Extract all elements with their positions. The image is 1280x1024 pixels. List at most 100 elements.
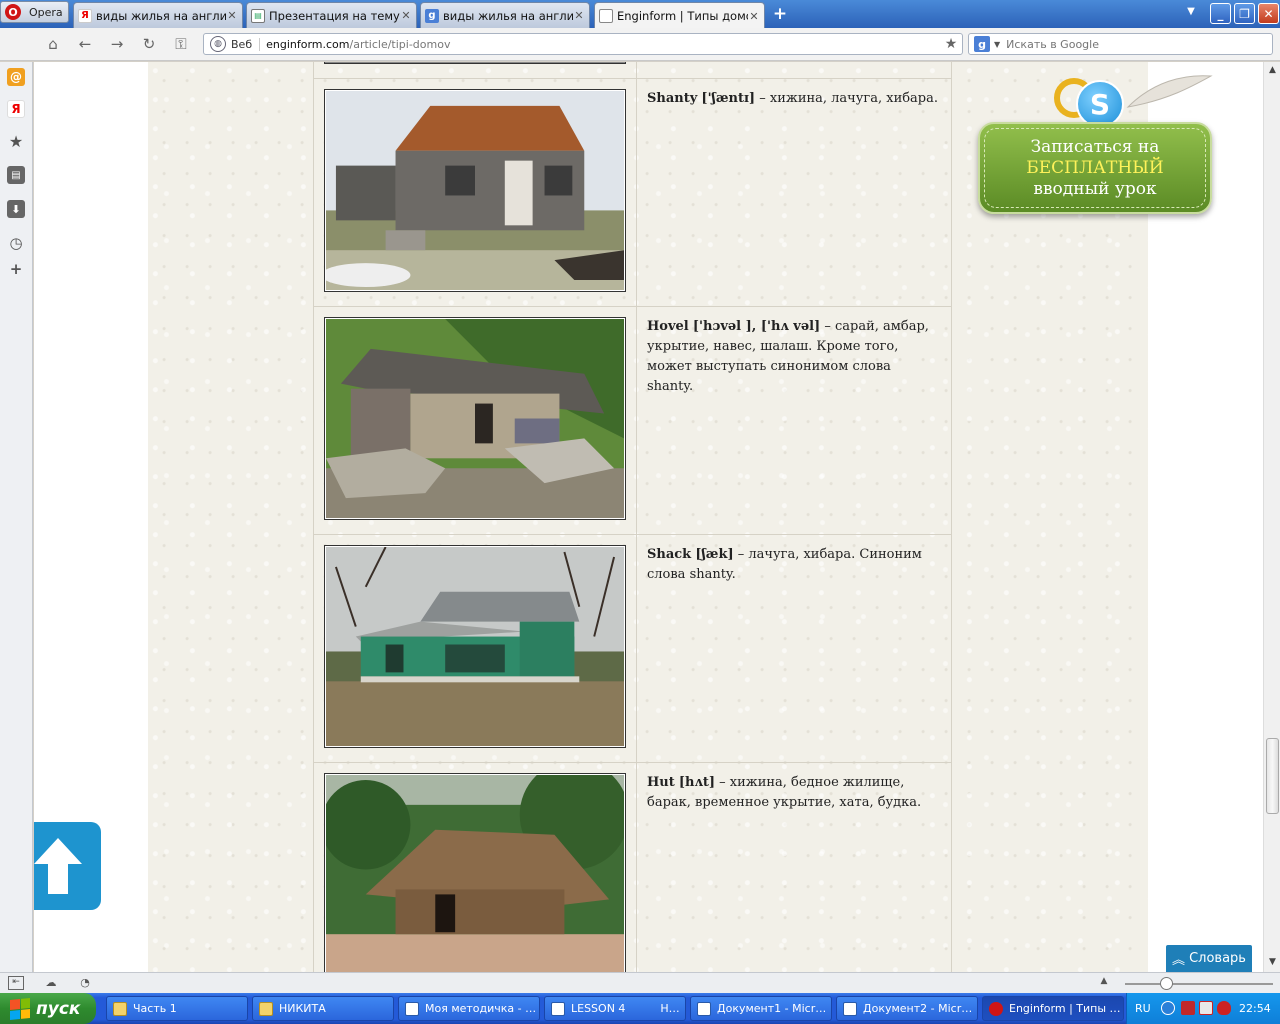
scroll-up-arrow-icon[interactable]: ▲ [1266, 64, 1279, 77]
chevrons-up-icon: ︽ [1172, 953, 1186, 968]
forward-icon[interactable]: → [106, 34, 128, 54]
term-word: Hovel [647, 319, 689, 334]
clock: 22:54 [1239, 1002, 1271, 1015]
language-indicator[interactable]: RU [1135, 1002, 1151, 1015]
promo-dashed-border [984, 128, 1206, 208]
taskbar-item-enginform[interactable]: Enginform | Типы … [982, 996, 1124, 1021]
start-button[interactable]: пуск [0, 993, 96, 1024]
windows-logo-icon [10, 997, 30, 1020]
new-tab-button[interactable]: + [770, 4, 790, 24]
hovel-photo[interactable] [324, 317, 626, 520]
google-icon[interactable]: g [974, 36, 990, 52]
dictionary-label: Словарь [1189, 951, 1246, 966]
close-icon[interactable]: ✕ [748, 10, 760, 23]
dictionary-button[interactable]: ︽ Словарь [1166, 945, 1252, 972]
restore-button[interactable]: ❐ [1234, 3, 1255, 24]
taskbar-item-label: Часть 1 [133, 1002, 177, 1015]
bookmarks-star-icon[interactable]: ★ [7, 132, 25, 151]
reload-icon[interactable]: ↻ [138, 34, 160, 54]
word-doc-icon [697, 1001, 711, 1016]
shack-photo[interactable] [324, 545, 626, 748]
zoom-slider-handle[interactable] [1160, 977, 1173, 990]
bookmark-star-icon[interactable]: ★ [940, 36, 962, 52]
opera-menu-button[interactable]: O Opera [0, 1, 69, 23]
chevron-down-icon[interactable]: ▼ [994, 40, 1000, 49]
scroll-to-top-button[interactable] [34, 822, 101, 910]
term-transcription: [hʌt] [678, 775, 715, 790]
yandex-icon[interactable]: Я [7, 100, 25, 118]
zoom-menu-icon[interactable]: ▲ [1096, 976, 1112, 990]
tab-label: Enginform | Типы домов [617, 9, 748, 23]
word-doc-icon [843, 1001, 857, 1016]
cloud-icon[interactable]: ☁ [43, 976, 59, 990]
system-tray: RU 22:54 [1126, 993, 1280, 1024]
presentation-icon: ▤ [251, 8, 265, 23]
tab-list-chevron-icon[interactable]: ▼ [1183, 6, 1199, 22]
home-icon[interactable]: ⌂ [42, 34, 64, 54]
vertical-scrollbar[interactable]: ▲ ▼ [1263, 62, 1280, 972]
shanty-image [326, 91, 624, 290]
table-row: Shack [ʃæk] – лачуга, хибара. Синоним сл… [313, 534, 952, 763]
feather-decoration-icon [1126, 75, 1213, 108]
history-clock-icon[interactable]: ◷ [7, 234, 25, 252]
search-input[interactable] [1006, 37, 1272, 51]
address-field[interactable]: ◍ Веб enginform.com/article/tipi-domov ★ [203, 33, 963, 55]
close-icon[interactable]: ✕ [226, 9, 238, 22]
notes-icon[interactable]: ▤ [7, 166, 25, 184]
address-web-badge[interactable]: Веб [231, 37, 261, 51]
speed-dial-gauge-icon[interactable]: ◔ [77, 976, 93, 990]
tab-label: виды жилья на английс… [96, 8, 226, 23]
shack-image [326, 547, 624, 746]
taskbar-item-nikita[interactable]: НИКИТА [252, 996, 394, 1021]
taskbar-item-part1[interactable]: Часть 1 [106, 996, 248, 1021]
browser-status-bar: ⇤ ☁ ◔ ▲ [0, 972, 1280, 993]
mail-icon[interactable]: @ [7, 68, 25, 86]
term-word: Shanty [647, 91, 698, 106]
free-lesson-promo[interactable]: S Записаться на БЕСПЛАТНЫЙ вводный урок [978, 72, 1218, 222]
term-transcription: [ʃæk] [695, 547, 734, 562]
term-transcription: ['hɔvəl ], ['hʌ vəl] [692, 319, 821, 334]
tab-enginform[interactable]: Enginform | Типы домов ✕ [594, 2, 765, 29]
close-icon[interactable]: ✕ [400, 9, 412, 22]
key-icon[interactable]: ⚿ [170, 34, 192, 54]
security-shield-icon[interactable] [1199, 1001, 1213, 1015]
hut-photo[interactable] [324, 773, 626, 972]
word-doc-icon [405, 1001, 419, 1016]
taskbar-item-lesson4[interactable]: LESSON 4 Н… [544, 996, 686, 1021]
free-lesson-button[interactable]: Записаться на БЕСПЛАТНЫЙ вводный урок [978, 122, 1212, 214]
windows-taskbar: пуск Часть 1 НИКИТА Моя методичка - … LE… [0, 993, 1280, 1024]
close-icon[interactable]: ✕ [573, 9, 585, 22]
taskbar-item-label: НИКИТА [279, 1002, 326, 1015]
shanty-photo[interactable] [324, 89, 626, 292]
scroll-down-arrow-icon[interactable]: ▼ [1266, 956, 1279, 969]
add-panel-icon[interactable]: + [7, 260, 25, 278]
panel-toggle-icon[interactable]: ⇤ [8, 976, 24, 990]
tray-arrow-icon[interactable] [1161, 1001, 1175, 1015]
word-doc-icon [551, 1001, 565, 1016]
minimize-button[interactable]: _ [1210, 3, 1231, 24]
zoom-slider-track[interactable] [1125, 983, 1273, 985]
opera-logo-icon: O [5, 4, 21, 20]
arrow-up-icon [34, 838, 82, 894]
page-content: Shanty ['ʃæntɪ] – хижина, лачуга, хибара… [148, 62, 1213, 972]
taskbar-item-label: Документ2 - Micr… [863, 1002, 973, 1015]
tab-google-search[interactable]: g виды жилья на английс… ✕ [420, 2, 590, 28]
search-box[interactable]: g ▼ [968, 33, 1273, 55]
globe-icon: ◍ [210, 36, 226, 52]
taskbar-item-document2[interactable]: Документ2 - Micr… [836, 996, 978, 1021]
scrollbar-thumb[interactable] [1266, 738, 1279, 814]
table-row: Shanty ['ʃæntɪ] – хижина, лачуга, хибара… [313, 78, 952, 307]
antivirus-icon[interactable] [1217, 1001, 1231, 1015]
window-close-button[interactable]: ✕ [1258, 3, 1279, 24]
back-icon[interactable]: ← [74, 34, 96, 54]
term-word: Hut [647, 775, 675, 790]
taskbar-item-document1[interactable]: Документ1 - Micr… [690, 996, 832, 1021]
downloads-icon[interactable]: ⬇ [7, 200, 25, 218]
table-row: Hovel ['hɔvəl ], ['hʌ vəl] – сарай, амба… [313, 306, 952, 535]
address-url[interactable]: enginform.com/article/tipi-domov [266, 38, 940, 51]
skype-icon: S [1076, 80, 1124, 128]
tab-presentation[interactable]: ▤ Презентация на тему "… ✕ [246, 2, 417, 28]
acrobat-icon[interactable] [1181, 1001, 1195, 1015]
taskbar-item-metodichka[interactable]: Моя методичка - … [398, 996, 540, 1021]
tab-yandex-search[interactable]: Я виды жилья на английс… ✕ [73, 2, 243, 28]
